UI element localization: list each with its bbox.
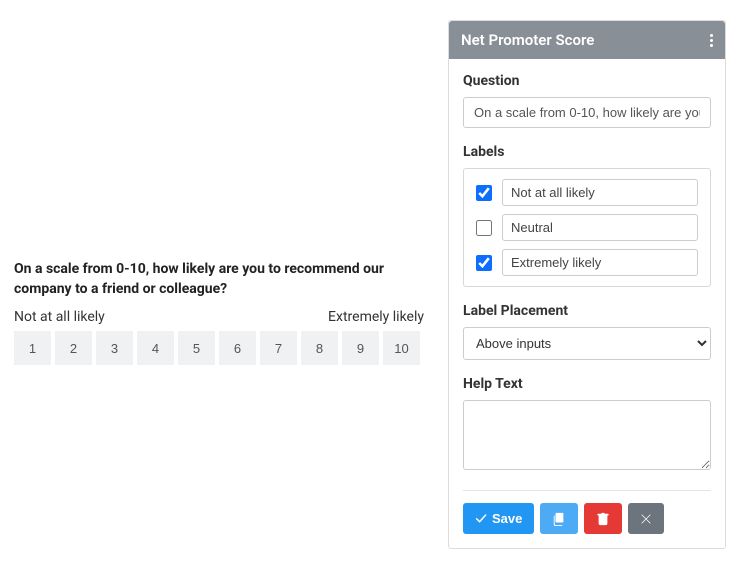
scale-btn-2[interactable]: 2 [55, 331, 92, 365]
scale-btn-8[interactable]: 8 [301, 331, 338, 365]
close-icon [640, 513, 652, 525]
save-button-label: Save [492, 511, 522, 526]
scale-btn-4[interactable]: 4 [137, 331, 174, 365]
scale-btn-1[interactable]: 1 [14, 331, 51, 365]
preview-scale: 1 2 3 4 5 6 7 8 9 10 [14, 331, 424, 365]
label-item-2 [476, 249, 698, 276]
divider [463, 490, 711, 491]
preview-label-low: Not at all likely [14, 309, 105, 325]
label-item-0 [476, 179, 698, 206]
preview-label-high: Extremely likely [328, 309, 424, 325]
question-input[interactable] [463, 97, 711, 128]
label-text-1[interactable] [502, 214, 698, 241]
settings-panel: Net Promoter Score Question Labels [448, 20, 726, 549]
labels-box [463, 168, 711, 287]
scale-btn-10[interactable]: 10 [383, 331, 420, 365]
scale-btn-9[interactable]: 9 [342, 331, 379, 365]
action-bar: Save [463, 503, 711, 534]
trash-icon [596, 512, 610, 526]
scale-btn-5[interactable]: 5 [178, 331, 215, 365]
scale-btn-6[interactable]: 6 [219, 331, 256, 365]
scale-btn-7[interactable]: 7 [260, 331, 297, 365]
labels-label: Labels [463, 144, 711, 160]
more-options-icon[interactable] [710, 34, 713, 47]
save-button[interactable]: Save [463, 503, 534, 534]
label-checkbox-2[interactable] [476, 255, 492, 271]
close-button[interactable] [628, 503, 664, 534]
delete-button[interactable] [584, 503, 622, 534]
label-item-1 [476, 214, 698, 241]
preview-label-row: Not at all likely Extremely likely [14, 309, 424, 325]
check-icon [475, 513, 487, 525]
copy-icon [552, 512, 566, 526]
nps-preview: On a scale from 0-10, how likely are you… [14, 260, 434, 365]
question-label: Question [463, 73, 711, 89]
preview-question: On a scale from 0-10, how likely are you… [14, 260, 434, 299]
placement-label: Label Placement [463, 303, 711, 319]
label-checkbox-1[interactable] [476, 220, 492, 236]
scale-btn-3[interactable]: 3 [96, 331, 133, 365]
label-text-0[interactable] [502, 179, 698, 206]
label-text-2[interactable] [502, 249, 698, 276]
label-checkbox-0[interactable] [476, 185, 492, 201]
panel-header: Net Promoter Score [449, 21, 725, 59]
help-textarea[interactable] [463, 400, 711, 470]
copy-button[interactable] [540, 503, 578, 534]
help-label: Help Text [463, 376, 711, 392]
placement-select[interactable]: Above inputs [463, 327, 711, 360]
panel-title: Net Promoter Score [461, 31, 594, 49]
